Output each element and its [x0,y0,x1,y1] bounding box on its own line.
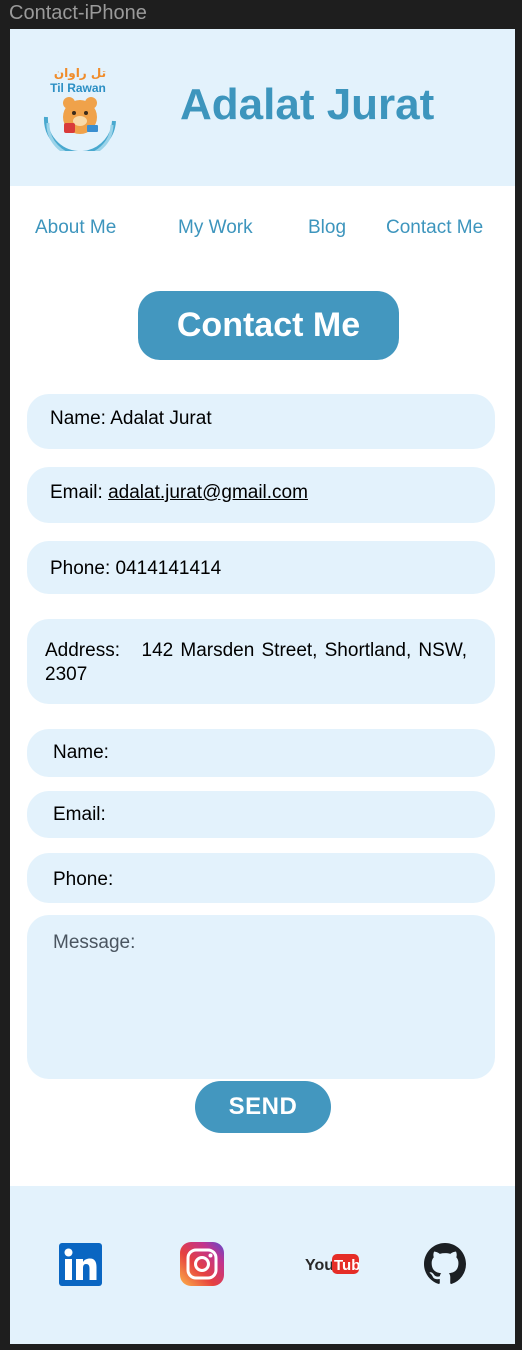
form-message-field[interactable]: Message: [27,915,495,1079]
nav-link-about-me[interactable]: About Me [35,215,116,241]
logo-arabic-text: تل راوان [54,66,106,81]
contact-name-row: Name: Adalat Jurat [27,394,495,449]
contact-email-link[interactable]: adalat.jurat@gmail.com [108,482,308,503]
form-name-input[interactable] [127,737,475,769]
logo-latin-text: Til Rawan [50,81,106,95]
svg-text:Tube: Tube [334,1257,359,1274]
form-name-label: Name: [53,742,109,763]
contact-address-row: Address: 142 Marsden Street, Shortland, … [27,619,495,704]
contact-heading: Contact Me [138,291,399,360]
frame-title: Contact-iPhone [9,2,147,24]
til-rawan-logo-icon[interactable]: تل راوان Til Rawan [40,65,122,158]
main-nav: About Me My Work Blog Contact Me [10,215,515,241]
nav-link-contact-me[interactable]: Contact Me [386,215,483,241]
nav-link-blog[interactable]: Blog [308,215,346,241]
contact-name-label: Name: [50,408,106,429]
instagram-icon[interactable] [179,1241,224,1287]
form-phone-input[interactable] [127,861,475,895]
form-email-input[interactable] [127,799,475,830]
form-email-field[interactable]: Email: [27,791,495,838]
form-phone-field[interactable]: Phone: [27,853,495,903]
send-button[interactable]: SEND [195,1081,331,1133]
github-icon[interactable] [423,1241,467,1287]
form-message-input[interactable] [51,959,475,1071]
contact-name-value: Adalat Jurat [110,408,212,429]
site-footer: You Tube [10,1186,515,1344]
youtube-icon[interactable]: You Tube [304,1241,360,1287]
form-phone-label: Phone: [53,869,114,890]
nav-link-my-work[interactable]: My Work [178,215,253,241]
contact-email-row: Email: adalat.jurat@gmail.com [27,467,495,523]
svg-text:You: You [305,1257,334,1274]
contact-phone-value: 0414141414 [115,558,222,579]
linkedin-icon[interactable] [58,1241,102,1287]
site-title: Adalat Jurat [180,80,435,129]
iphone-frame: تل راوان Til Rawan Adalat Jurat About Me… [10,29,515,1344]
form-name-field[interactable]: Name: [27,729,495,777]
form-message-label: Message: [53,932,136,953]
site-header: تل راوان Til Rawan Adalat Jurat [10,29,515,186]
contact-phone-label: Phone: [50,558,111,579]
contact-address-label: Address: [45,640,120,661]
form-email-label: Email: [53,804,106,825]
contact-email-label: Email: [50,482,103,503]
contact-phone-row: Phone: 0414141414 [27,541,495,594]
